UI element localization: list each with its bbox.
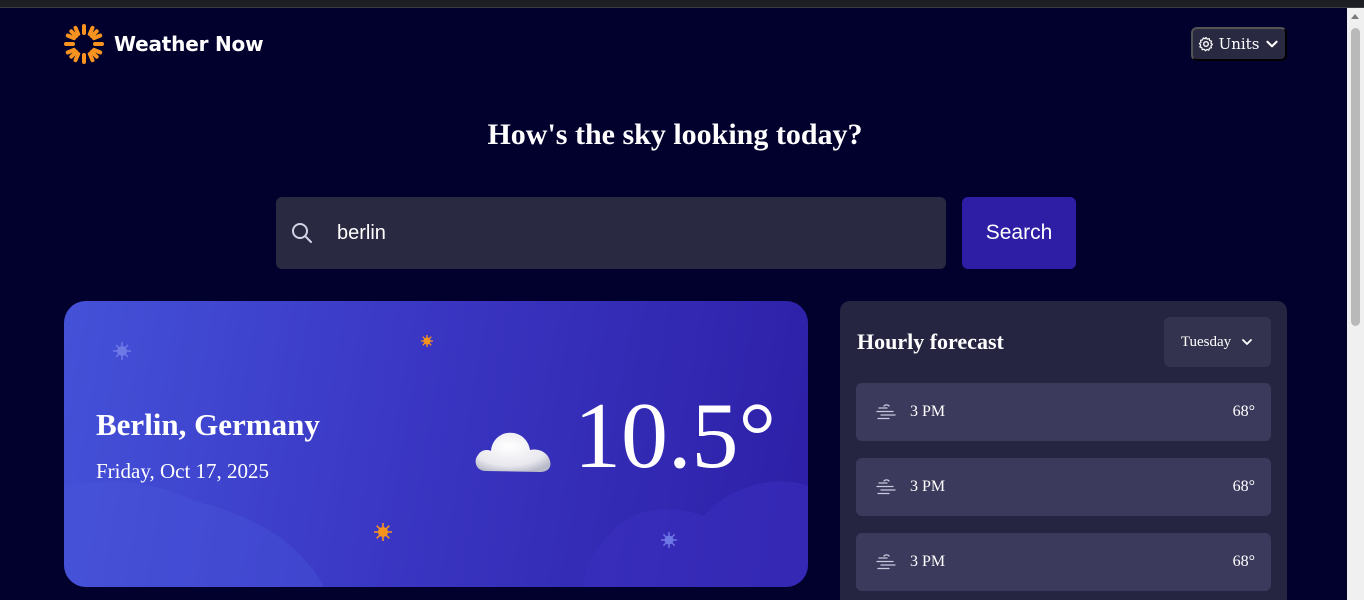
sparkle-icon (113, 342, 131, 360)
fog-icon (876, 479, 896, 495)
hourly-temperature: 68° (1232, 478, 1255, 495)
hourly-time: 3 PM (910, 403, 946, 420)
current-weather-card: Berlin, Germany Friday, Oct 17, 2025 10.… (64, 301, 808, 587)
page-scrollbar[interactable] (1347, 8, 1364, 600)
hourly-row[interactable]: 3 PM 68° (856, 383, 1271, 441)
scroll-up-arrow-icon[interactable] (1351, 14, 1359, 19)
search-button[interactable]: Search (962, 197, 1076, 269)
hourly-temperature: 68° (1232, 553, 1255, 570)
sparkle-icon (661, 532, 677, 548)
hourly-temperature: 68° (1232, 403, 1255, 420)
units-dropdown-button[interactable]: Units (1191, 27, 1287, 61)
sparkle-icon (421, 335, 433, 347)
day-select-dropdown[interactable]: Tuesday (1164, 317, 1271, 367)
app-name: Weather Now (114, 32, 264, 56)
chevron-down-icon (1242, 339, 1253, 345)
sparkle-icon (374, 523, 392, 541)
search-box[interactable] (276, 197, 946, 269)
hourly-forecast-panel: Hourly forecast Tuesday 3 PM 68° 3 PM 68… (840, 301, 1287, 600)
hourly-row[interactable]: 3 PM 68° (856, 533, 1271, 591)
sun-logo-icon (64, 24, 104, 64)
app-logo[interactable]: Weather Now (64, 24, 264, 64)
hourly-time: 3 PM (910, 553, 946, 570)
selected-day: Tuesday (1180, 333, 1232, 350)
hourly-row[interactable]: 3 PM 68° (856, 458, 1271, 516)
cloud-icon (475, 432, 551, 472)
search-input[interactable] (337, 221, 897, 245)
hourly-time: 3 PM (910, 478, 946, 495)
fog-icon (876, 404, 896, 420)
current-temperature: 10.5° (574, 384, 777, 488)
page-headline: How's the sky looking today? (487, 118, 863, 151)
search-icon (292, 223, 312, 243)
hourly-forecast-title: Hourly forecast (857, 329, 1004, 354)
location-name: Berlin, Germany (96, 407, 320, 442)
units-label: Units (1218, 35, 1260, 53)
fog-icon (876, 554, 896, 570)
window-top-strip (0, 0, 1364, 8)
current-date: Friday, Oct 17, 2025 (96, 459, 270, 483)
scrollbar-thumb[interactable] (1351, 28, 1360, 326)
chevron-down-icon (1266, 40, 1279, 48)
gear-icon (1198, 36, 1213, 52)
